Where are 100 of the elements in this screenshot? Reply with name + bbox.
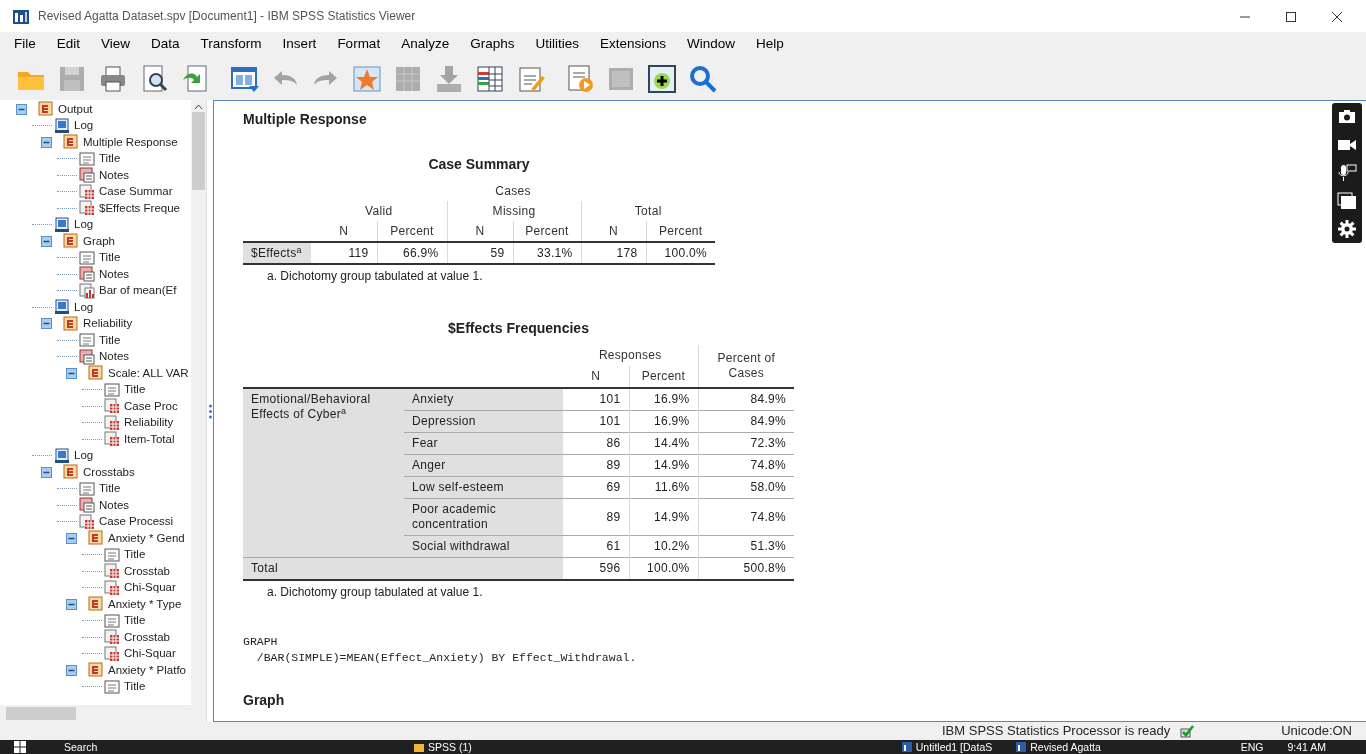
tree-item[interactable]: Multiple Response (83, 133, 178, 151)
column-header: Percent (377, 221, 447, 242)
column-header: N (581, 221, 646, 242)
tree-item[interactable]: Case Processi (99, 513, 174, 531)
title-icon (104, 678, 120, 695)
table-icon (104, 563, 120, 580)
tree-item[interactable]: Anxiety * Gend (108, 529, 185, 547)
taskbar-app[interactable]: Untitled1 [DataS (901, 741, 993, 753)
menu-item[interactable]: Utilities (527, 32, 587, 57)
column-header: Valid (311, 201, 447, 221)
column-header: Responses (563, 345, 698, 366)
tree-item[interactable]: Title (124, 678, 146, 696)
title-icon (79, 332, 95, 349)
tree-item[interactable]: Anxiety * Type (108, 595, 182, 613)
tree-item[interactable]: Title (124, 381, 146, 399)
collapse-toggle[interactable] (41, 235, 52, 247)
tree-item[interactable]: Scale: ALL VAR (108, 364, 189, 382)
tree-item[interactable]: Output (58, 100, 93, 118)
taskbar-app[interactable]: SPSS (1) (414, 741, 472, 753)
tree-item[interactable]: Chi-Squar (124, 645, 176, 663)
table-icon (104, 398, 120, 415)
menu-item[interactable]: Format (329, 32, 389, 57)
tree-item[interactable]: $Effects Freque (99, 199, 180, 217)
tree-item[interactable]: Log (74, 117, 94, 135)
tree-item[interactable]: Notes (99, 496, 130, 514)
tree-item[interactable]: Crosstab (124, 562, 171, 580)
row-header: Depression (404, 410, 563, 433)
column-header: Percent (629, 366, 698, 388)
collapse-toggle[interactable] (41, 318, 52, 330)
horizontal-scrollbar[interactable] (0, 705, 206, 722)
splitter-handle[interactable] (208, 403, 212, 419)
tree-item[interactable]: Title (99, 331, 121, 349)
tree-item[interactable]: Log (74, 216, 94, 234)
table-cell: 84.9% (698, 410, 794, 433)
tree-item[interactable]: Reliability (83, 315, 133, 333)
collapse-toggle[interactable] (66, 598, 77, 610)
tree-item[interactable]: Case Summar (99, 183, 173, 201)
tree-item[interactable]: Title (124, 612, 146, 630)
start-icon[interactable] (14, 741, 26, 753)
language-indicator[interactable]: ENG (1240, 741, 1264, 753)
clock[interactable]: 9:41 AM (1287, 741, 1326, 753)
table-cell: 69 (563, 476, 629, 499)
settings-icon[interactable] (1337, 219, 1357, 239)
menu-item[interactable]: Edit (48, 32, 89, 57)
taskbar-search[interactable]: Search (64, 741, 284, 753)
tree-item[interactable]: Crosstabs (83, 463, 135, 481)
title-icon (104, 612, 120, 629)
notes-icon (79, 266, 95, 283)
menu-item[interactable]: Insert (274, 32, 325, 57)
tree-item[interactable]: Graph (83, 232, 115, 250)
table-cell: 84.9% (698, 388, 794, 411)
title-icon (79, 480, 95, 497)
tree-item[interactable]: Notes (99, 166, 130, 184)
menu-item[interactable]: Help (748, 32, 792, 57)
scroll-up-icon[interactable] (194, 104, 203, 110)
menu-item[interactable]: Data (143, 32, 188, 57)
tree-item[interactable]: Notes (99, 265, 130, 283)
collapse-toggle[interactable] (66, 532, 77, 544)
collapse-toggle[interactable] (66, 367, 77, 379)
tree-item[interactable]: Title (99, 150, 121, 168)
menu-item[interactable]: Graphs (462, 32, 523, 57)
tree-item[interactable]: Anxiety * Platfo (108, 661, 186, 679)
collapse-toggle[interactable] (66, 664, 77, 676)
microphone-icon[interactable] (1337, 163, 1357, 183)
log-icon (54, 447, 70, 464)
menu-item[interactable]: View (93, 32, 139, 57)
tree-item[interactable]: Title (124, 546, 146, 564)
tree-item[interactable]: Crosstab (124, 628, 171, 646)
column-header: Cases (311, 181, 715, 201)
taskbar-app[interactable]: Revised Agatta (1016, 741, 1101, 753)
tree-item[interactable]: Log (74, 447, 94, 465)
table-icon (79, 200, 95, 217)
table-title: Case Summary (427, 156, 531, 173)
tree-item[interactable]: Bar of mean(Ef (99, 282, 177, 300)
scroll-thumb[interactable] (192, 112, 205, 190)
notes-icon (79, 348, 95, 365)
windows-icon[interactable] (1337, 191, 1357, 211)
folder-icon (414, 742, 424, 752)
tree-item[interactable]: Log (74, 298, 94, 316)
menu-item[interactable]: Extensions (591, 32, 674, 57)
tree-item[interactable]: Title (99, 480, 121, 498)
collapse-toggle[interactable] (41, 136, 52, 148)
row-header: Anger (404, 454, 563, 477)
tree-item[interactable]: Case Proc (124, 397, 178, 415)
tree-item[interactable]: Title (99, 249, 121, 267)
table-cell: 11.6% (629, 476, 698, 499)
notes-icon (79, 497, 95, 514)
tree-item[interactable]: Reliability (124, 414, 174, 432)
column-header: N (311, 221, 377, 242)
menu-item[interactable]: File (6, 32, 44, 57)
menu-item[interactable]: Window (679, 32, 744, 57)
tree-item[interactable]: Item-Total (124, 430, 175, 448)
collapse-toggle[interactable] (41, 466, 52, 478)
collapse-toggle[interactable] (16, 103, 27, 115)
tree-item[interactable]: Notes (99, 348, 130, 366)
menu-item[interactable]: Analyze (393, 32, 458, 57)
tree-item[interactable]: Chi-Squar (124, 579, 176, 597)
scroll-thumb[interactable] (6, 707, 76, 720)
row-header: Anxiety (404, 388, 563, 411)
menu-item[interactable]: Transform (192, 32, 270, 57)
